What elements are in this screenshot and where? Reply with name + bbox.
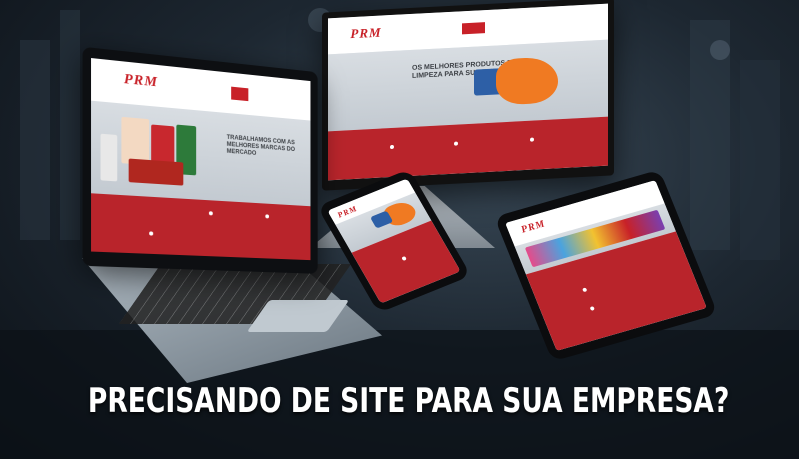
- product-box: [121, 117, 150, 165]
- whatsapp-icon: [209, 211, 214, 216]
- email-icon: [265, 214, 269, 219]
- site-logo: PRM: [519, 218, 548, 236]
- hero-text: TRABALHAMOS COM AS MELHORES MARCAS DO ME…: [226, 135, 296, 157]
- product-bottle: [100, 133, 117, 182]
- phone-icon: [581, 287, 588, 292]
- phone-icon: [149, 231, 154, 236]
- site-hero: OS MELHORES PRODUTOS DE LIMPEZA PARA SUA…: [328, 39, 608, 132]
- site-logo: PRM: [123, 71, 158, 91]
- site-logo: PRM: [350, 24, 382, 42]
- email-icon: [529, 137, 534, 143]
- product-box: [128, 158, 183, 186]
- laptop-screen: PRM TRABALHAMOS COM AS MELHORES MARCAS D…: [91, 58, 311, 261]
- nav-button[interactable]: [231, 86, 249, 101]
- whatsapp-icon: [589, 306, 595, 312]
- laptop: PRM TRABALHAMOS COM AS MELHORES MARCAS D…: [82, 46, 318, 274]
- desktop-monitor: PRM OS MELHORES PRODUTOS DE LIMPEZA PARA…: [322, 0, 614, 191]
- whatsapp-icon: [454, 141, 458, 147]
- whatsapp-icon: [401, 255, 408, 261]
- headline-caption: PRECISANDO DE SITE PARA SUA EMPRESA?: [87, 381, 730, 421]
- phone-icon: [389, 145, 394, 150]
- monitor-screen: PRM OS MELHORES PRODUTOS DE LIMPEZA PARA…: [328, 3, 608, 181]
- nav-button[interactable]: [462, 22, 485, 35]
- glove-image: [496, 55, 558, 106]
